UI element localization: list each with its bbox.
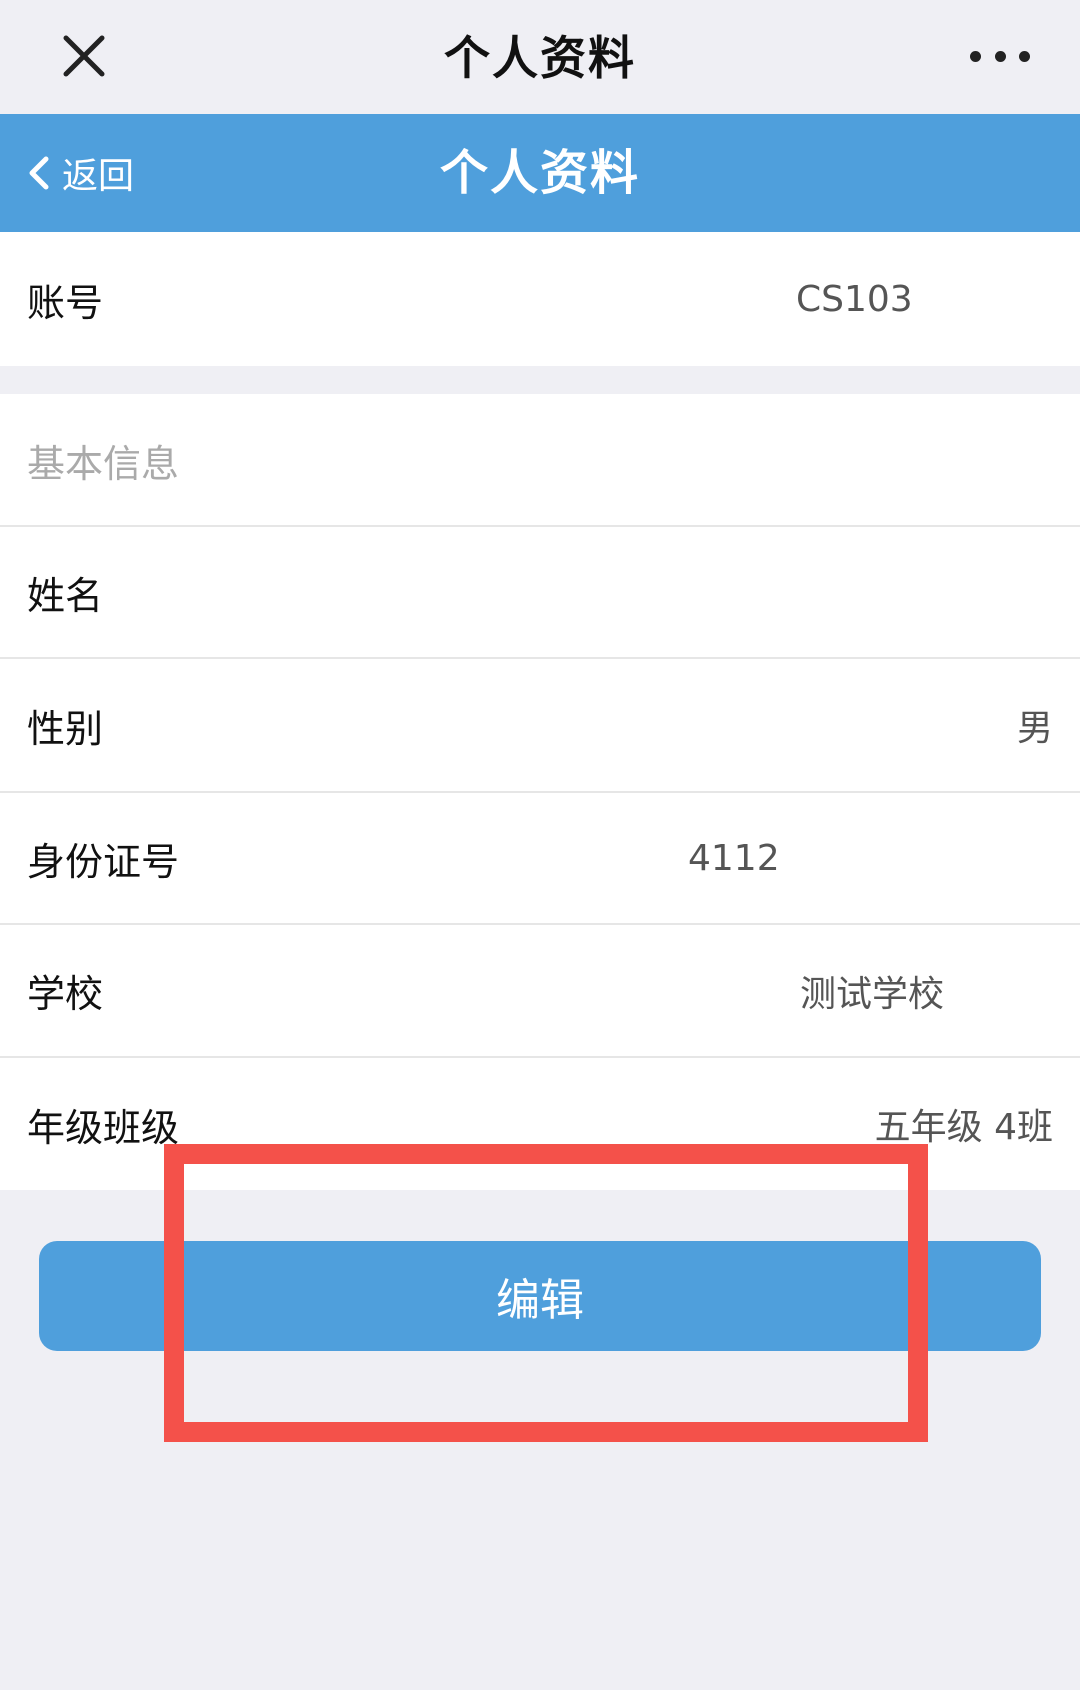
school-label: 学校 bbox=[27, 972, 104, 1016]
field-row-school[interactable]: 学校 测试学校 bbox=[0, 925, 1080, 1056]
id-number-value: 4112 bbox=[688, 837, 780, 879]
top-nav-bar: 个人资料 bbox=[0, 0, 1080, 114]
field-row-name[interactable]: 姓名 bbox=[0, 527, 1080, 657]
field-row-gender[interactable]: 性别 男 bbox=[0, 659, 1080, 791]
highlight-box bbox=[164, 1144, 928, 1442]
more-icon[interactable] bbox=[970, 36, 1030, 76]
gender-label: 性别 bbox=[27, 706, 104, 751]
window-title: 个人资料 bbox=[444, 31, 636, 85]
page-title: 个人资料 bbox=[439, 145, 640, 201]
grade-class-label: 年级班级 bbox=[27, 1105, 180, 1150]
page-header: 返回 个人资料 bbox=[0, 114, 1080, 232]
section-title: 基本信息 bbox=[27, 441, 180, 486]
gender-value: 男 bbox=[1016, 708, 1053, 749]
more-dot bbox=[1019, 50, 1030, 62]
account-row[interactable]: 账号 CS103 bbox=[0, 232, 1080, 366]
more-dot bbox=[970, 50, 981, 62]
account-label: 账号 bbox=[27, 280, 104, 325]
name-label: 姓名 bbox=[27, 573, 104, 618]
id-number-label: 身份证号 bbox=[27, 839, 180, 884]
basic-info-section-header: 基本信息 bbox=[0, 394, 1080, 526]
more-dot bbox=[994, 50, 1006, 62]
school-value: 测试学校 bbox=[800, 973, 945, 1015]
field-row-id-number[interactable]: 身份证号 4112 bbox=[0, 793, 1080, 923]
account-value: CS103 bbox=[796, 278, 913, 320]
